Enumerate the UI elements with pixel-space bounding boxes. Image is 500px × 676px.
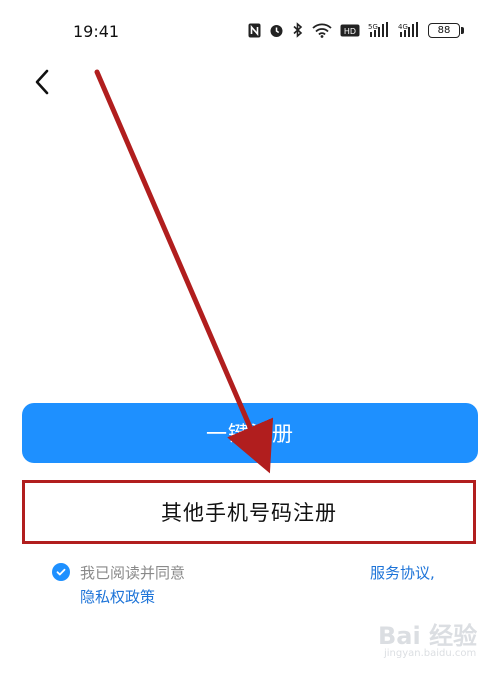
hd-icon: HD [340, 24, 360, 37]
agreement-checkbox[interactable] [52, 563, 70, 581]
battery-indicator: 88 [428, 22, 464, 38]
watermark-brand: Bai 经验 [378, 622, 478, 650]
status-icons: HD 5G 4G 88 [248, 20, 464, 40]
watermark-url: jingyan.baidu.com [384, 648, 477, 659]
baidu-jingyan-watermark: Bai 经验 jingyan.baidu.com [378, 612, 488, 664]
status-bar: 19:41 HD 5G 4G 88 [0, 0, 500, 64]
alarm-icon [269, 23, 284, 38]
svg-text:5G: 5G [368, 23, 378, 31]
other-number-register-button[interactable]: 其他手机号码注册 [22, 480, 476, 544]
svg-text:HD: HD [344, 27, 356, 36]
privacy-policy-link[interactable]: 隐私权政策 [80, 584, 155, 610]
signal-5g-icon: 5G [368, 22, 390, 38]
nfc-icon [248, 23, 261, 38]
bluetooth-icon [292, 22, 304, 38]
chevron-left-icon [33, 68, 51, 100]
wifi-icon [312, 23, 332, 38]
signal-4g-icon: 4G [398, 22, 420, 38]
svg-text:4G: 4G [398, 23, 408, 31]
service-agreement-link[interactable]: 服务协议, [370, 560, 435, 586]
agreement-text: 我已阅读并同意 [80, 564, 186, 582]
back-button[interactable] [24, 64, 60, 104]
check-icon [56, 568, 66, 576]
status-time: 19:41 [73, 22, 120, 41]
one-click-register-button[interactable]: 一键注册 [22, 403, 478, 463]
